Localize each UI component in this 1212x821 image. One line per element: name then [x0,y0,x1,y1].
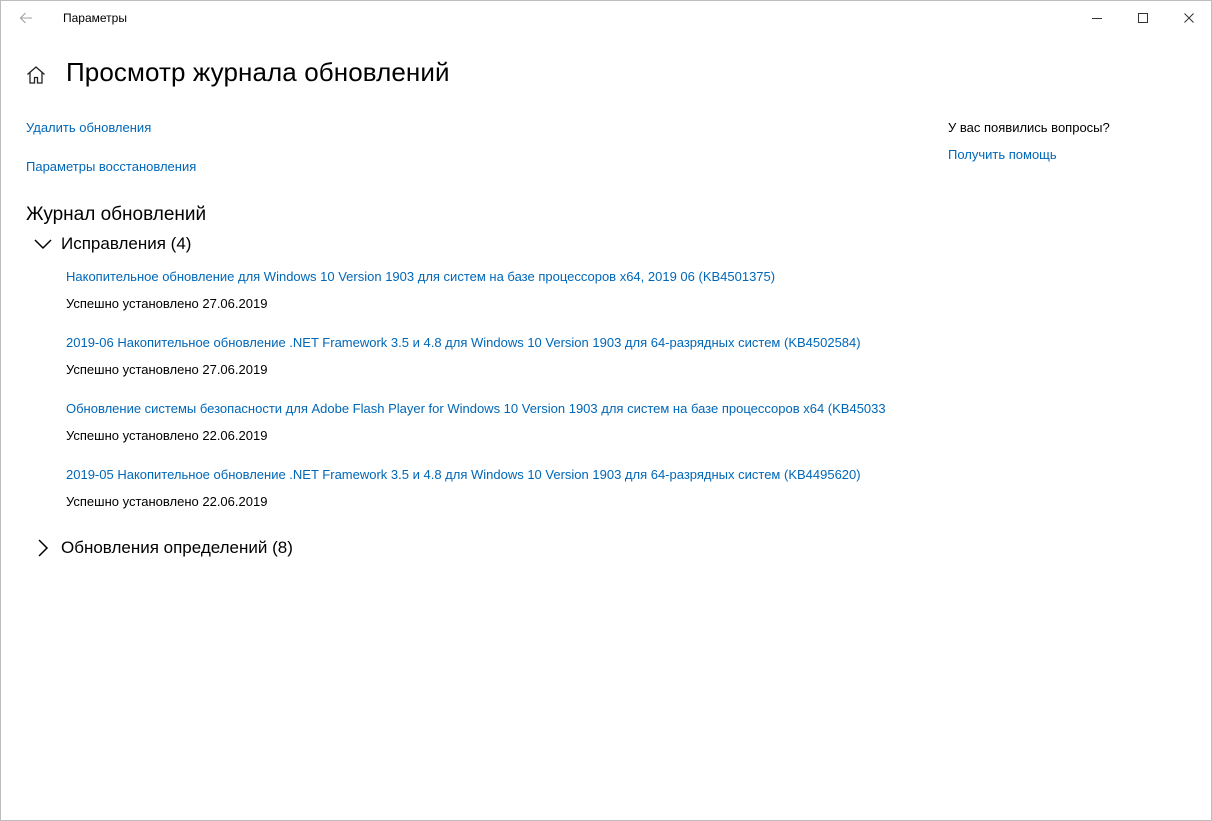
list-item: Обновление системы безопасности для Adob… [66,399,924,465]
maximize-icon [1138,13,1148,23]
update-status: Успешно установлено 22.06.2019 [66,428,268,443]
update-status: Успешно установлено 27.06.2019 [66,296,268,311]
home-icon [27,66,45,84]
close-button[interactable] [1166,1,1211,35]
group-quality-updates-label: Исправления (4) [61,234,192,253]
list-item: Накопительное обновление для Windows 10 … [66,267,924,333]
recovery-options-link[interactable]: Параметры восстановления [26,159,196,174]
settings-window: Параметры Просмотр журнала обновлений Уд… [0,0,1212,821]
update-history-heading: Журнал обновлений [26,204,207,225]
list-item: 2019-06 Накопительное обновление .NET Fr… [66,333,924,399]
minimize-button[interactable] [1074,1,1120,35]
chevron-down-icon [34,239,52,250]
uninstall-updates-link[interactable]: Удалить обновления [26,120,151,135]
close-icon [1184,13,1194,23]
update-title-link[interactable]: 2019-06 Накопительное обновление .NET Fr… [66,335,861,350]
update-title-link[interactable]: Накопительное обновление для Windows 10 … [66,269,775,284]
back-arrow-icon [19,12,32,24]
group-definition-updates-label: Обновления определений (8) [61,538,293,557]
group-definition-updates[interactable]: Обновления определений (8) [33,536,293,560]
update-title-link[interactable]: 2019-05 Накопительное обновление .NET Fr… [66,467,861,482]
quality-updates-list: Накопительное обновление для Windows 10 … [66,267,924,531]
title-bar: Параметры [1,1,1211,35]
maximize-button[interactable] [1120,1,1166,35]
update-title-link[interactable]: Обновление системы безопасности для Adob… [66,401,886,416]
minimize-icon [1092,18,1102,19]
back-button[interactable] [10,3,42,33]
update-status: Успешно установлено 22.06.2019 [66,494,268,509]
update-status: Успешно установлено 27.06.2019 [66,362,268,377]
chevron-right-icon [38,539,49,557]
page-title: Просмотр журнала обновлений [66,57,450,87]
group-quality-updates[interactable]: Исправления (4) [33,232,191,256]
help-heading: У вас появились вопросы? [948,120,1110,135]
app-title: Параметры [63,11,127,25]
home-button[interactable] [25,64,47,86]
get-help-link[interactable]: Получить помощь [948,147,1057,162]
list-item: 2019-05 Накопительное обновление .NET Fr… [66,465,924,531]
